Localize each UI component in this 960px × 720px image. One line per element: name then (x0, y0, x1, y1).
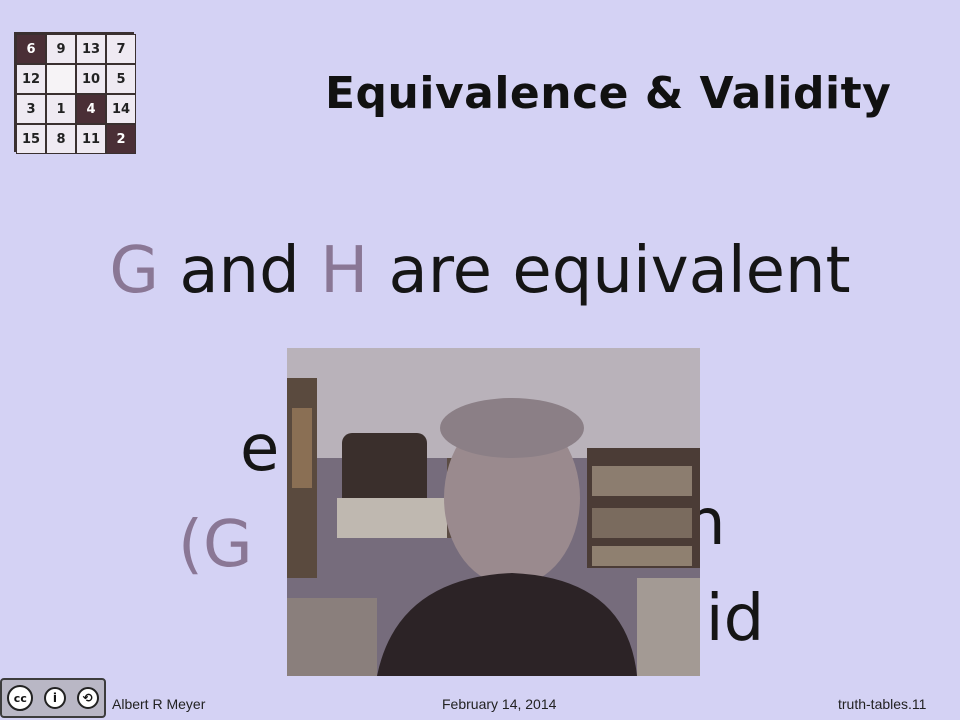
puzzle-tile: 6 (16, 34, 46, 64)
puzzle-tile: 10 (76, 64, 106, 94)
puzzle-tile: 3 (16, 94, 46, 124)
puzzle-tile: 8 (46, 124, 76, 154)
footer-slide-id: truth-tables.11 (838, 696, 927, 712)
cc-icon: cc (7, 685, 34, 711)
webcam-frame-image (287, 348, 700, 676)
slide-title: Equivalence & Validity (325, 68, 892, 119)
puzzle-tile: 7 (106, 34, 136, 64)
variable-h: H (320, 234, 369, 308)
footer-author: Albert R Meyer (112, 696, 206, 712)
footer-date: February 14, 2014 (442, 696, 557, 712)
variable-g: G (109, 234, 159, 308)
puzzle-tile: 12 (16, 64, 46, 94)
puzzle-tile: 13 (76, 34, 106, 64)
line3-left-fragment: (G (178, 508, 253, 582)
puzzle-tile: 11 (76, 124, 106, 154)
puzzle-empty-slot (46, 64, 76, 94)
puzzle-tile: 5 (106, 64, 136, 94)
puzzle-tile: 1 (46, 94, 76, 124)
puzzle-tile: 2 (106, 124, 136, 154)
share-alike-icon: ⟲ (76, 687, 99, 709)
creative-commons-license-badge: cc i ⟲ (0, 678, 106, 718)
puzzle-tile: 14 (106, 94, 136, 124)
puzzle-tile: 15 (16, 124, 46, 154)
puzzle-tile: 4 (76, 94, 106, 124)
webcam-video-overlay (287, 348, 700, 676)
attribution-icon: i (43, 687, 66, 709)
text-are-equivalent: are equivalent (368, 234, 851, 308)
puzzle-tile: 9 (46, 34, 76, 64)
statement-line-1: G and H are equivalent (0, 234, 960, 308)
text-and: and (158, 234, 321, 308)
fifteen-puzzle-logo: 6 9 13 7 12 10 5 3 1 4 14 15 8 11 2 (14, 32, 136, 154)
